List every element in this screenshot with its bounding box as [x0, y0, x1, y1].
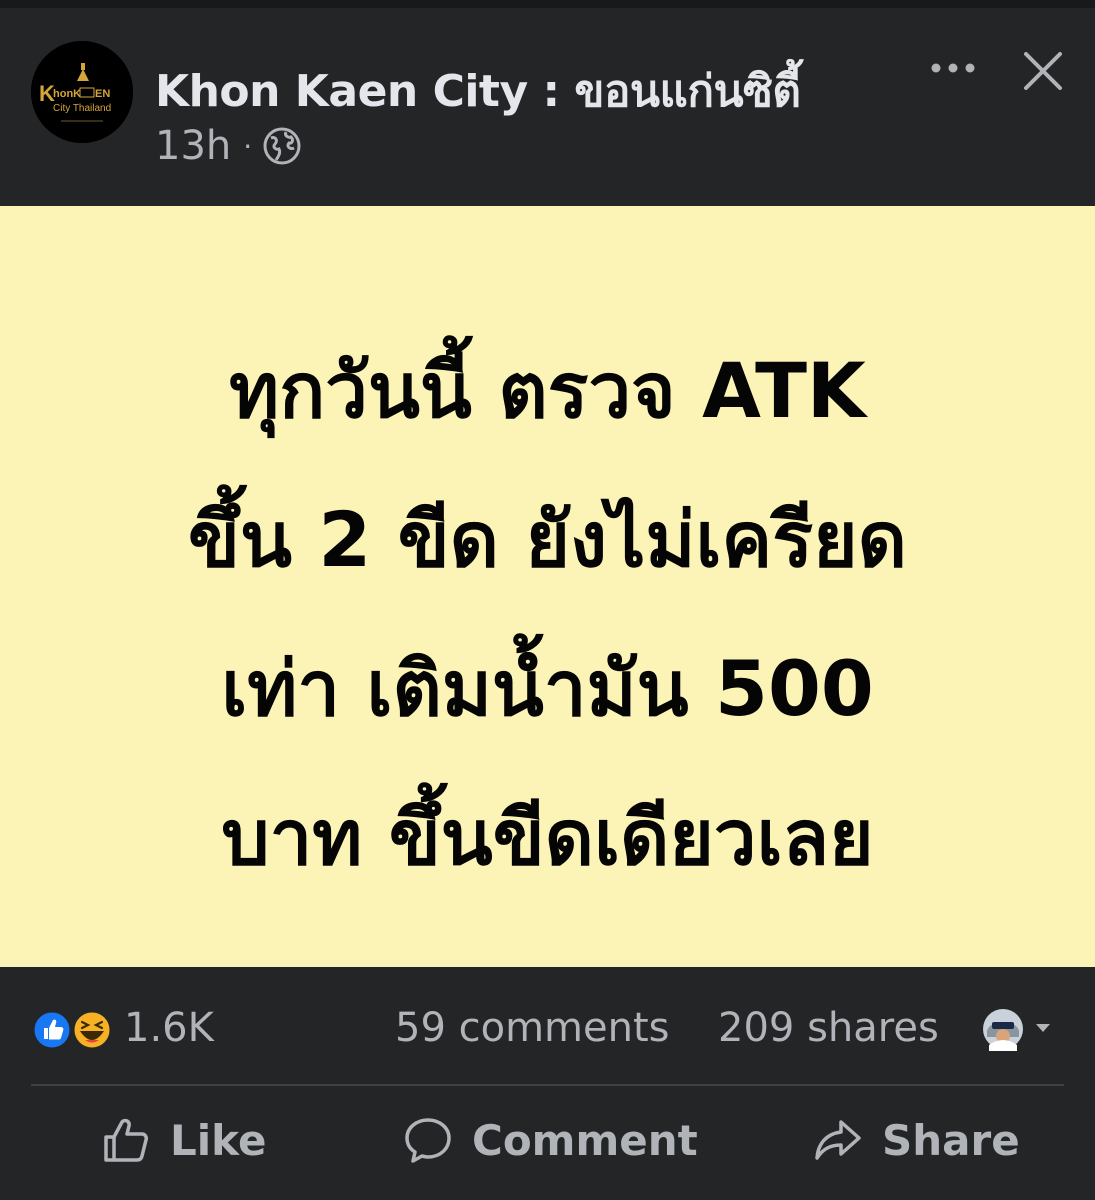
page-logo-icon: K honK EN City Thailand	[31, 41, 133, 143]
post-line-1: ทุกวันนี้ ตรวจ ATK	[229, 346, 866, 435]
meta-separator: ·	[243, 129, 253, 163]
comment-bubble-icon	[405, 1118, 451, 1163]
caret-down-icon	[1036, 1024, 1050, 1032]
svg-text:City Thailand: City Thailand	[53, 103, 111, 114]
viewer-avatar-icon	[983, 1009, 1023, 1051]
share-label: Share	[882, 1115, 1020, 1165]
globe-icon	[263, 127, 301, 165]
top-edge	[0, 0, 1095, 8]
close-icon	[1024, 52, 1062, 90]
more-options-button[interactable]	[925, 48, 981, 88]
more-horizontal-icon	[931, 63, 975, 73]
comments-count[interactable]: 59 comments	[395, 1005, 670, 1051]
post-stats: 1.6K 59 comments 209 shares	[0, 985, 1095, 1075]
post-meta: 13h ·	[155, 123, 302, 169]
post-message: ทุกวันนี้ ตรวจ ATK ขึ้น 2 ขีด ยังไม่เครี…	[40, 316, 1055, 912]
post-text-card: ทุกวันนี้ ตรวจ ATK ขึ้น 2 ขีด ยังไม่เครี…	[0, 206, 1095, 967]
post-line-4: บาท ขึ้นขีดเดียวเลย	[221, 793, 874, 882]
svg-text:EN: EN	[95, 88, 110, 100]
thumbs-up-icon	[104, 1118, 148, 1162]
page-avatar[interactable]: K honK EN City Thailand	[31, 41, 133, 143]
haha-reaction-icon	[71, 1009, 113, 1051]
reaction-count[interactable]: 1.6K	[124, 1005, 214, 1051]
like-label: Like	[170, 1115, 267, 1165]
close-button[interactable]	[1018, 46, 1068, 96]
share-button[interactable]: Share	[814, 1110, 1020, 1170]
share-arrow-icon	[815, 1120, 861, 1160]
viewer-selector[interactable]	[982, 1007, 1062, 1051]
post-header: K honK EN City Thailand Khon Kaen City :…	[0, 8, 1095, 206]
comment-label: Comment	[472, 1115, 698, 1165]
action-bar: Like Comment Share	[0, 1090, 1095, 1190]
comment-button[interactable]: Comment	[404, 1110, 698, 1170]
post-timestamp[interactable]: 13h	[155, 123, 231, 169]
like-reaction-icon	[31, 1009, 73, 1051]
like-button[interactable]: Like	[102, 1110, 266, 1170]
reaction-icons[interactable]	[31, 1009, 121, 1051]
post-line-3: เท่า เติมน้ำมัน 500	[221, 644, 874, 733]
divider	[31, 1084, 1064, 1086]
svg-text:honK: honK	[53, 88, 81, 100]
page-name[interactable]: Khon Kaen City : ขอนแก่นซิตี้	[155, 56, 801, 126]
shares-count[interactable]: 209 shares	[718, 1005, 939, 1051]
post-line-2: ขึ้น 2 ขีด ยังไม่เครียด	[188, 495, 907, 584]
